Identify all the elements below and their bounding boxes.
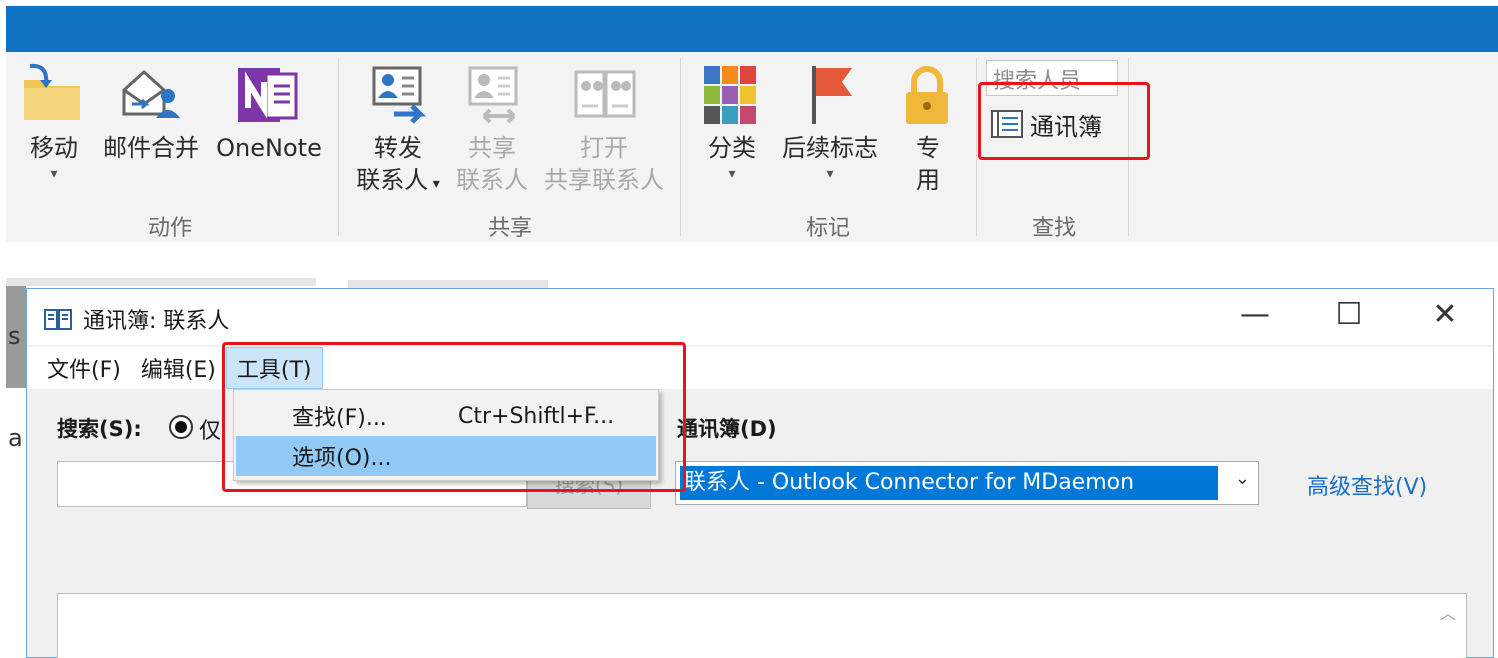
onenote-button[interactable]: OneNote [210, 132, 328, 164]
share-contact-button[interactable]: 共享 联系人 [452, 132, 532, 196]
forward-contact-label-2: 联系人 ▾ [356, 166, 440, 194]
open-shared-contacts-icon [572, 64, 638, 130]
private-label-2: 用 [916, 166, 940, 194]
dialog-title-text: 通讯簿: 联系人 [83, 309, 230, 334]
close-button[interactable]: ✕ [1425, 297, 1465, 332]
menu-tools[interactable]: 工具(T) [225, 347, 323, 389]
address-book-button[interactable]: 通讯簿 [990, 104, 1102, 144]
search-people-input[interactable]: 搜索人员 [986, 60, 1118, 96]
group-separator [976, 58, 977, 236]
group-separator [1128, 58, 1129, 236]
categorize-label: 分类 [708, 134, 756, 162]
share-contact-icon [462, 64, 528, 130]
follow-up-label: 后续标志 [782, 134, 878, 162]
share-contact-label-1: 共享 [468, 134, 516, 162]
advanced-find-link[interactable]: 高级查找(V) [1307, 469, 1427, 501]
follow-up-button[interactable]: 后续标志 ▾ [774, 132, 886, 184]
background-text: s [8, 322, 21, 350]
find-shortcut: Ctr+Shiftl+F... [458, 403, 615, 429]
group-label-actions: 动作 [147, 216, 192, 241]
contact-list[interactable]: ︿ [57, 593, 1467, 658]
move-label: 移动 [30, 134, 78, 162]
mail-merge-button[interactable]: 邮件合并 [98, 132, 204, 164]
mail-merge-icon [118, 66, 184, 130]
group-label-share: 共享 [487, 216, 532, 241]
search-label: 搜索(S): [57, 417, 142, 441]
mail-merge-label: 邮件合并 [103, 134, 199, 162]
minimize-button[interactable]: — [1235, 297, 1275, 332]
move-button[interactable]: 移动 ▾ [22, 132, 86, 184]
background-strip [348, 280, 548, 288]
categorize-icon [704, 66, 758, 128]
open-shared-label-2: 共享联系人 [544, 166, 664, 194]
onenote-label: OneNote [216, 134, 322, 162]
address-book-select-label: 通讯簿(D) [677, 417, 777, 441]
dialog-titlebar: 通讯簿: 联系人 — ☐ ✕ [27, 289, 1493, 345]
tools-dropdown-menu: 查找(F)... Ctr+Shiftl+F... 选项(O)... [233, 389, 659, 481]
menu-file[interactable]: 文件(F) [37, 348, 131, 388]
address-book-icon [44, 309, 72, 330]
chevron-down-icon: ▾ [728, 166, 736, 182]
options-label: 选项(O)... [292, 446, 392, 471]
forward-contact-label-1: 转发 [374, 134, 422, 162]
menu-item-find[interactable]: 查找(F)... Ctr+Shiftl+F... [236, 396, 656, 436]
lock-icon [904, 66, 950, 130]
private-button[interactable]: 专 用 [908, 132, 948, 196]
open-shared-contacts-button[interactable]: 打开 共享联系人 [538, 132, 670, 196]
follow-up-flag-icon [808, 64, 858, 130]
open-shared-label-1: 打开 [580, 134, 628, 162]
share-contact-label-2: 联系人 [456, 166, 528, 194]
maximize-button[interactable]: ☐ [1329, 297, 1369, 332]
search-scope-label: 仅 [199, 419, 222, 444]
menu-edit[interactable]: 编辑(E) [131, 348, 226, 388]
address-book-select[interactable]: 联系人 - Outlook Connector for MDaemon ⌄ [675, 461, 1259, 505]
scroll-up-icon[interactable]: ︿ [1440, 600, 1456, 624]
background-text: a [8, 424, 23, 452]
chevron-down-icon: ▾ [826, 166, 834, 182]
address-book-selected-value: 联系人 - Outlook Connector for MDaemon [680, 466, 1218, 500]
private-label-1: 专 [916, 134, 940, 162]
forward-contact-button[interactable]: 转发 联系人 ▾ [348, 132, 448, 200]
chevron-down-icon: ▾ [50, 166, 58, 182]
address-book-label: 通讯簿 [1030, 112, 1102, 141]
group-separator [680, 58, 681, 236]
group-label-find: 查找 [1031, 216, 1076, 241]
address-book-dialog: 通讯簿: 联系人 — ☐ ✕ 文件(F) 编辑(E) 工具(T) 搜索(S): … [26, 288, 1494, 658]
find-label: 查找(F)... [292, 406, 387, 431]
group-separator [338, 58, 339, 236]
app-titlebar [6, 6, 1498, 52]
background-strip [6, 278, 316, 286]
menu-item-options[interactable]: 选项(O)... [236, 436, 656, 476]
search-scope-radio[interactable] [169, 415, 193, 439]
onenote-icon [236, 64, 300, 132]
chevron-down-icon: ⌄ [1234, 468, 1250, 489]
move-folder-icon [20, 62, 84, 128]
forward-contact-icon [366, 64, 432, 130]
group-label-tags: 标记 [805, 216, 850, 241]
dialog-menubar: 文件(F) 编辑(E) 工具(T) [27, 347, 1493, 389]
dialog-title: 通讯簿: 联系人 [43, 303, 229, 335]
categorize-button[interactable]: 分类 ▾ [700, 132, 764, 184]
address-book-icon [991, 110, 1023, 138]
